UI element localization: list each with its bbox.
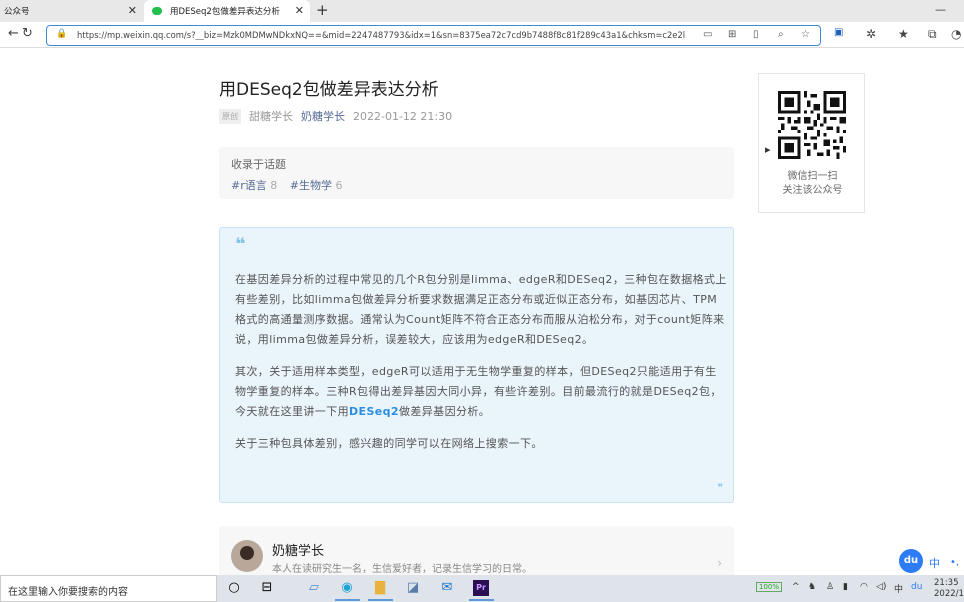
app-available-icon[interactable]: ⊞ [728, 29, 736, 40]
topic-tag-biology[interactable]: #生物学 [290, 179, 332, 192]
taskbar-search[interactable]: 在这里输入你要搜索的内容 [0, 575, 217, 602]
profile-icon[interactable]: ◔ [951, 27, 961, 41]
qr-caption-line: 关注该公众号 [782, 185, 843, 196]
qr-caption: 微信扫一扫 关注该公众号 [759, 170, 866, 198]
ime-language-toggle[interactable]: 中 [929, 555, 940, 571]
quote-paragraph: 在基因差异分析的过程中常见的几个R包分别是limma、edgeR和DESeq2，… [235, 273, 727, 346]
search-placeholder: 在这里输入你要搜索的内容 [8, 587, 128, 598]
file-explorer-icon[interactable]: ▇ [372, 580, 388, 596]
close-icon[interactable]: ✕ [128, 4, 137, 17]
app-icon[interactable]: ◪ [405, 580, 421, 596]
network-icon[interactable]: ◠ [860, 582, 868, 592]
extension-icon[interactable]: ▣ [834, 27, 843, 38]
task-view-icon[interactable]: ⊟ [259, 580, 275, 596]
clock[interactable]: 21:35 2022/1, [934, 578, 964, 600]
highlight-text: DESeq2 [349, 405, 399, 418]
tab-article[interactable]: 用DESeq2包做差异表达分析 ✕ [144, 0, 310, 22]
clock-time: 21:35 [934, 578, 959, 588]
taskbar: 在这里输入你要搜索的内容 ○ ⊟ ▱ ◉ ▇ ◪ ✉ Pr 100% ^ ♞ ♙… [0, 575, 964, 602]
address-bar[interactable]: 🔒 https://mp.weixin.qq.com/s?__biz=Mzk0M… [46, 25, 821, 46]
publish-date: 2022-01-12 21:30 [353, 109, 453, 123]
quote-paragraph: 其次，关于适用样本类型，edgeR可以适用于无生物学重复的样本，但DESeq2只… [235, 362, 727, 422]
article-title: 用DESeq2包做差异表达分析 [219, 80, 439, 100]
topics-label: 收录于话题 [231, 158, 286, 171]
ime-du-icon[interactable]: du [911, 582, 922, 592]
address-row: ← ↻ 🔒 https://mp.weixin.qq.com/s?__biz=M… [0, 22, 964, 48]
chevron-right-icon: › [717, 556, 722, 570]
quote-open-icon: ❝ [235, 234, 246, 255]
url-text[interactable]: https://mp.weixin.qq.com/s?__biz=Mzk0MDM… [77, 30, 697, 40]
chevron-up-icon[interactable]: ^ [792, 582, 800, 592]
tab-title: 用DESeq2包做差异表达分析 [170, 7, 280, 17]
tab-title: 公众号 [4, 7, 30, 17]
quote-block: ❝ 在基因差异分析的过程中常见的几个R包分别是limma、edgeR和DESeq… [219, 227, 734, 503]
quote-text: 做差异基因分析。 [398, 405, 491, 418]
original-badge: 原创 [219, 108, 241, 124]
tab-gongzhonghao[interactable]: 公众号 ✕ [0, 0, 143, 22]
lock-icon: 🔒 [56, 29, 68, 39]
active-app-indicator [368, 599, 393, 601]
collections-icon[interactable]: ⧉ [928, 27, 937, 42]
quote-paragraph: 关于三种包具体差别，感兴趣的同学可以在网络上搜索一下。 [235, 437, 543, 450]
topic-tag-r[interactable]: #r语言 [231, 179, 267, 192]
active-app-indicator [469, 599, 494, 601]
app-icon[interactable]: ▱ [306, 580, 322, 596]
clock-date: 2022/1, [934, 589, 964, 599]
immersive-reader-icon[interactable]: ▯ [753, 29, 759, 40]
author-name: 甜糖学长 [249, 110, 293, 123]
favorites-icon[interactable]: ★ [898, 27, 909, 41]
quote-close-icon: ❞ [717, 483, 723, 494]
extensions-puzzle-icon[interactable]: ✲ [866, 27, 876, 41]
ime-tray-icon[interactable]: 中 [894, 582, 903, 595]
topic-count: 6 [335, 179, 343, 192]
microphone-icon[interactable]: ▮ [843, 582, 848, 592]
qr-panel: 微信扫一扫 关注该公众号 [758, 73, 865, 213]
battery-indicator[interactable]: 100% [756, 582, 783, 592]
qr-code [778, 91, 846, 159]
active-app-indicator [335, 599, 360, 601]
mouse-cursor-icon: ▸ [765, 143, 771, 156]
premiere-icon[interactable]: Pr [473, 580, 489, 596]
new-tab-button[interactable]: + [316, 1, 329, 19]
article-meta: 原创 甜糖学长 奶糖学长 2022-01-12 21:30 [219, 108, 452, 124]
ime-punctuation-icon[interactable]: •, [950, 557, 959, 568]
tab-strip: 公众号 ✕ 用DESeq2包做差异表达分析 ✕ + — [0, 0, 964, 22]
tray-icon[interactable]: ♞ [808, 582, 816, 592]
favorite-add-icon[interactable]: ☆ [801, 29, 810, 40]
topic-tags: #r语言 8 #生物学 6 [231, 177, 722, 193]
cortana-icon[interactable]: ○ [226, 580, 242, 596]
topic-count: 8 [270, 179, 278, 192]
quote-body: 在基因差异分析的过程中常见的几个R包分别是limma、edgeR和DESeq2，… [235, 270, 727, 466]
wechat-icon [152, 7, 162, 15]
close-icon[interactable]: ✕ [295, 4, 304, 17]
account-link[interactable]: 奶糖学长 [301, 108, 345, 124]
author-card[interactable]: 奶糖学长 本人在读研究生一名，生信爱好者，记录生信学习的日常。 › [219, 526, 734, 578]
refresh-icon[interactable]: ↻ [22, 26, 33, 41]
edge-icon[interactable]: ◉ [339, 580, 355, 596]
author-card-name: 奶糖学长 [272, 544, 325, 559]
volume-icon[interactable]: ◁) [876, 582, 886, 592]
zoom-icon[interactable]: ⌕ [778, 29, 784, 40]
tray-icon[interactable]: ♙ [826, 582, 834, 592]
minimize-icon[interactable]: — [935, 3, 946, 16]
avatar [231, 540, 263, 572]
topics-box: 收录于话题 #r语言 8 #生物学 6 [219, 147, 734, 199]
read-aloud-icon[interactable]: ▭ [703, 29, 712, 40]
mail-icon[interactable]: ✉ [439, 580, 455, 596]
back-icon[interactable]: ← [8, 26, 19, 41]
ime-logo-icon[interactable]: du [899, 549, 923, 573]
author-card-desc: 本人在读研究生一名，生信爱好者，记录生信学习的日常。 [272, 564, 532, 575]
qr-caption-line: 微信扫一扫 [787, 171, 838, 182]
